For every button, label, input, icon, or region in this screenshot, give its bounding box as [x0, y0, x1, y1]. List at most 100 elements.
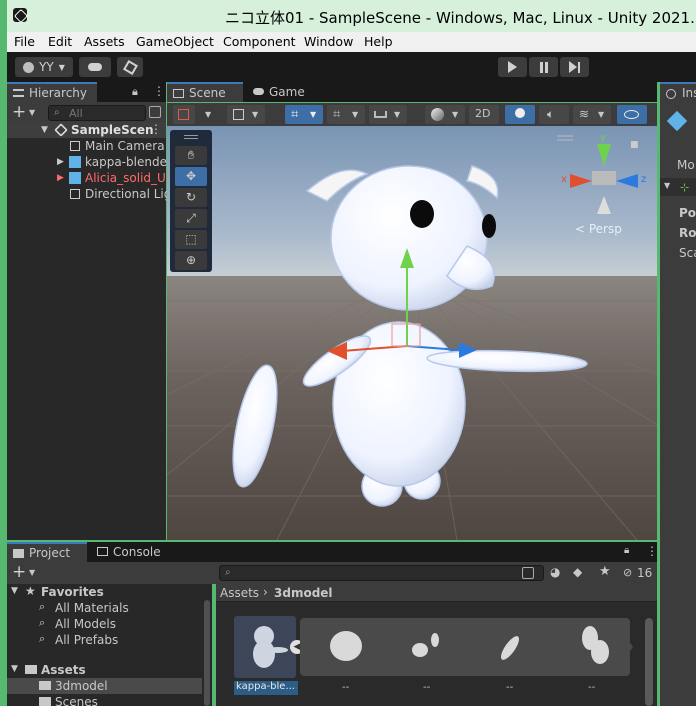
transform-tool-button[interactable]: ⊕	[175, 251, 207, 270]
mode-2d-button[interactable]: 2D	[469, 105, 499, 124]
hidden-packages-icon[interactable]: ⊘	[623, 566, 632, 579]
pause-button[interactable]	[529, 57, 558, 77]
scale-tool-button[interactable]: ⤢	[175, 209, 207, 228]
kebab-menu-icon[interactable]: ⋮	[646, 544, 658, 558]
persp-label[interactable]: < Persp	[575, 222, 622, 236]
tree-row-alicia[interactable]: ▶ Alicia_solid_Ur	[7, 170, 171, 186]
search-scope-icon[interactable]	[149, 106, 161, 118]
tab-scene[interactable]: Scene	[167, 82, 243, 102]
project-folder-tree: ▼ ★ Favorites ⌕ All Materials ⌕ All Mode…	[7, 584, 212, 706]
inspector-model-label: Mo	[677, 158, 695, 172]
move-tool-button[interactable]: ✥	[175, 167, 207, 186]
collab-button[interactable]	[117, 57, 143, 77]
account-button[interactable]: YY ▼	[15, 57, 73, 77]
label-tag-icon[interactable]: ◆	[573, 565, 582, 579]
rect-tool-button[interactable]: ⬚	[175, 230, 207, 249]
tab-inspector[interactable]: Ins	[660, 82, 696, 102]
orientation-gizmo[interactable]	[557, 135, 638, 214]
cloud-button[interactable]	[79, 57, 111, 77]
chevron-down-icon: ▼	[394, 110, 401, 119]
menu-window[interactable]: Window	[304, 34, 353, 49]
menu-file[interactable]: File	[14, 34, 35, 49]
add-icon[interactable]: +	[12, 102, 26, 122]
tree-row-directional-light[interactable]: Directional Lig	[7, 186, 171, 202]
gizmo-cube-button[interactable]: ▼	[227, 105, 265, 124]
menu-edit[interactable]: Edit	[48, 34, 72, 49]
menu-assets[interactable]: Assets	[84, 34, 125, 49]
lock-icon[interactable]: 🔒︎	[132, 85, 138, 99]
step-button[interactable]	[560, 57, 589, 77]
expand-arrow-icon[interactable]: ▼	[41, 125, 48, 135]
collab-icon	[122, 59, 138, 75]
audio-button[interactable]: 🔈︎	[539, 105, 569, 124]
kappa-character[interactable]	[225, 165, 588, 507]
assets-row[interactable]: ▼ Assets	[7, 662, 212, 678]
folder-icon	[39, 681, 51, 690]
tree-row-scene[interactable]: ▼ SampleScen ⋮	[7, 122, 166, 138]
menu-gameobject[interactable]: GameObject	[136, 34, 214, 49]
favorite-item-models[interactable]: ⌕ All Models	[7, 616, 212, 632]
shading-mode-button[interactable]: ▼	[425, 105, 465, 124]
rotate-tool-button[interactable]: ↻	[175, 188, 207, 207]
drag-handle-icon[interactable]	[184, 135, 198, 139]
console-icon	[97, 547, 108, 556]
sub-asset-label-1: --	[342, 682, 350, 693]
play-button[interactable]	[498, 57, 527, 77]
favorites-row[interactable]: ▼ ★ Favorites	[7, 584, 212, 600]
add-icon[interactable]: +	[12, 562, 26, 582]
kebab-menu-icon[interactable]: ⋮	[150, 122, 162, 136]
expand-arrow-icon[interactable]: ▶	[57, 173, 64, 183]
favorite-star-icon[interactable]: ★	[599, 564, 611, 579]
chevron-down-icon[interactable]: ▼	[29, 568, 35, 577]
draw-mode-button[interactable]	[173, 105, 195, 124]
asset-scrollbar[interactable]	[645, 618, 653, 706]
gameobject-icon	[70, 141, 80, 151]
asset-kappa[interactable]	[234, 616, 296, 678]
tab-game[interactable]: Game	[247, 82, 313, 102]
tree-row-kappa[interactable]: ▶ kappa-blende	[7, 154, 167, 170]
tree-row-main-camera[interactable]: Main Camera	[7, 138, 166, 154]
hierarchy-search-input[interactable]: ⌕ All	[48, 105, 146, 121]
tab-console[interactable]: Console	[91, 542, 171, 562]
breadcrumb-assets[interactable]: Assets	[220, 586, 259, 600]
tab-project[interactable]: Project	[7, 542, 87, 562]
lock-icon[interactable]: 🔒︎	[624, 545, 629, 556]
collapse-arrow-icon[interactable]	[626, 637, 633, 657]
expand-arrow-icon[interactable]: ▶	[57, 157, 64, 167]
folder-icon	[13, 549, 24, 558]
breadcrumb-3dmodel[interactable]: 3dmodel	[274, 586, 333, 600]
effects-button[interactable]: ≋ ▼	[573, 105, 611, 124]
filter-type-icon[interactable]: ◕	[550, 565, 560, 579]
gizmo-z-label: z	[641, 174, 647, 185]
prefab-cube-icon	[69, 156, 81, 168]
chevron-down-icon[interactable]: ▼	[29, 108, 35, 117]
tree-scrollbar[interactable]	[204, 600, 210, 706]
step-icon	[569, 61, 577, 73]
kebab-menu-icon[interactable]: ⋮	[153, 84, 165, 98]
lightbulb-icon	[515, 108, 525, 118]
scene-lighting-button[interactable]	[505, 105, 535, 124]
increment-snap-button[interactable]: ▼	[369, 105, 407, 124]
grid-snap-button[interactable]: ⌗ ▼	[327, 105, 365, 124]
favorite-item-materials[interactable]: ⌕ All Materials	[7, 600, 212, 616]
hidden-objects-button[interactable]	[617, 105, 647, 124]
cloud-icon	[88, 63, 102, 71]
favorite-item-prefabs[interactable]: ⌕ All Prefabs	[7, 632, 212, 648]
scene-viewport[interactable]: y x z ■ < Persp	[167, 126, 657, 540]
hand-tool-button[interactable]: ✋︎	[175, 146, 207, 165]
sub-asset-label-3: --	[506, 682, 514, 693]
menu-component[interactable]: Component	[223, 34, 296, 49]
search-by-type-icon[interactable]	[522, 567, 534, 579]
transform-header[interactable]: ▼ ⊹	[660, 178, 696, 196]
pivot-toggle-button[interactable]: ⌗ ▼	[285, 105, 323, 124]
folder-3dmodel[interactable]: 3dmodel	[7, 678, 202, 694]
project-search-input[interactable]: ⌕	[219, 565, 544, 581]
transform-icon: ⊕	[185, 253, 197, 267]
tab-hierarchy[interactable]: Hierarchy	[7, 82, 97, 102]
folder-scenes[interactable]: Scenes	[7, 694, 212, 706]
lock-icon[interactable]: ■	[630, 140, 639, 150]
project-asset-view: Assets › 3dmodel kappa-ble... ◀ -- -- --…	[216, 584, 657, 706]
speaker-icon: 🔈︎	[547, 107, 555, 121]
draw-mode-dropdown[interactable]: ▼	[199, 105, 217, 124]
menu-help[interactable]: Help	[364, 34, 393, 49]
